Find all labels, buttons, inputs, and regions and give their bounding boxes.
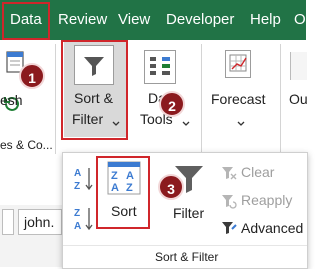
queries-group-label: es & Co... xyxy=(0,138,53,152)
tab-overflow[interactable]: O xyxy=(294,0,306,40)
forecast-label[interactable]: Forecast xyxy=(211,91,265,107)
ribbon-panel: esh es & Co... Sort & Filter Data Tools xyxy=(0,40,308,160)
chevron-down-icon xyxy=(237,115,245,126)
step-badge-3: 3 xyxy=(158,174,184,200)
tab-help[interactable]: Help xyxy=(250,0,281,40)
clear-filter-icon[interactable] xyxy=(221,165,237,181)
sheet-area: john. xyxy=(0,205,62,267)
group-divider xyxy=(55,44,56,154)
tab-view[interactable]: View xyxy=(118,0,150,40)
highlight-sort-filter xyxy=(61,40,128,140)
outline-icon[interactable] xyxy=(290,52,307,80)
filter-label: Filter xyxy=(173,205,205,221)
highlight-sort-button xyxy=(96,156,150,229)
sort-filter-group-label: Sort & Filter xyxy=(155,250,219,264)
sort-a-to-z-icon[interactable]: A Z xyxy=(73,165,95,195)
reapply-label[interactable]: Reapply xyxy=(241,192,292,208)
step-badge-1: 1 xyxy=(19,63,45,89)
outline-label[interactable]: Ou xyxy=(289,91,308,107)
sort-z-to-a-icon[interactable]: Z A xyxy=(73,205,95,235)
highlight-data-tab xyxy=(2,2,50,40)
advanced-label[interactable]: Advanced xyxy=(241,220,303,236)
chevron-down-icon xyxy=(182,115,190,126)
name-box[interactable] xyxy=(2,209,14,235)
tab-review[interactable]: Review xyxy=(58,0,107,40)
tab-developer[interactable]: Developer xyxy=(166,0,234,40)
popup-divider xyxy=(63,245,307,246)
data-tools-icon[interactable] xyxy=(144,50,176,84)
formula-bar[interactable]: john. xyxy=(18,209,62,235)
cell-value: john. xyxy=(24,214,55,230)
group-divider xyxy=(280,44,281,154)
step-badge-2: 2 xyxy=(159,91,185,117)
svg-text:Z: Z xyxy=(74,208,80,219)
clear-label[interactable]: Clear xyxy=(241,164,274,180)
svg-text:Z: Z xyxy=(74,181,80,192)
reapply-icon[interactable] xyxy=(221,193,237,209)
svg-text:A: A xyxy=(74,221,81,232)
svg-text:A: A xyxy=(74,168,81,179)
ribbon-tab-bar: Data Review View Developer Help O xyxy=(0,0,306,40)
refresh-label[interactable]: esh xyxy=(0,92,23,108)
forecast-sheet-icon[interactable] xyxy=(225,50,251,78)
sort-filter-dropdown: A Z Z A Z A A Z Sort Filter Clear Reappl… xyxy=(62,152,308,269)
group-divider xyxy=(201,44,202,154)
advanced-filter-icon[interactable] xyxy=(221,219,237,237)
